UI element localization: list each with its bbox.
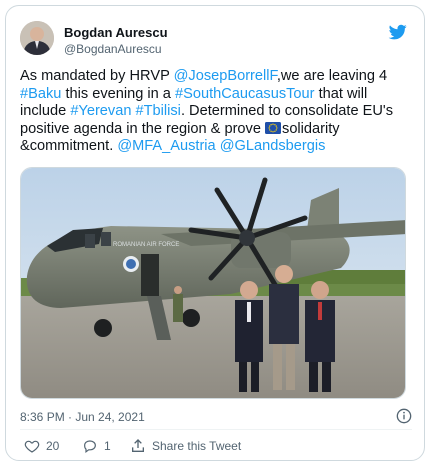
timestamp[interactable]: 8:36 PM · Jun 24, 2021 xyxy=(20,410,145,424)
heart-icon xyxy=(24,440,40,453)
meta-row: 8:36 PM · Jun 24, 2021 xyxy=(20,408,416,426)
divider xyxy=(20,429,412,430)
tweet-link[interactable]: @GLandsbergis xyxy=(220,138,326,154)
tweet-link[interactable]: #Tbilisi xyxy=(136,103,181,119)
info-icon[interactable] xyxy=(396,408,412,424)
share-button[interactable]: Share this Tweet xyxy=(130,438,241,454)
avatar[interactable] xyxy=(20,21,54,55)
tweet-link[interactable]: #Yerevan xyxy=(70,103,131,119)
eu-flag-icon xyxy=(265,121,282,134)
tweet-card[interactable]: Bogdan Aurescu @BogdanAurescu As mandate… xyxy=(5,5,425,461)
like-button[interactable]: 20 xyxy=(24,438,59,454)
tweet-text-segment: ,we are leaving 4 xyxy=(276,68,388,84)
reply-button[interactable]: 1 xyxy=(82,438,111,454)
actions-bar: 20 1 Share this Tweet xyxy=(20,438,416,458)
tweet-link[interactable]: #Baku xyxy=(20,86,61,102)
reply-icon xyxy=(84,440,96,453)
share-label: Share this Tweet xyxy=(152,439,242,453)
tweet-link[interactable]: @MFA_Austria xyxy=(117,138,215,154)
author-name[interactable]: Bogdan Aurescu xyxy=(64,25,168,40)
tweet-text-segment: As mandated by HRVP xyxy=(20,68,174,84)
tweet-photo[interactable]: ROMANIAN AIR FORCE xyxy=(20,167,406,399)
reply-count: 1 xyxy=(104,439,111,453)
twitter-bird-icon[interactable] xyxy=(388,23,408,41)
like-count: 20 xyxy=(46,439,60,453)
tweet-text-segment: this evening in a xyxy=(61,85,175,102)
aircraft-lettering: ROMANIAN AIR FORCE xyxy=(113,242,179,248)
share-icon xyxy=(132,439,144,452)
tweet-text: As mandated by HRVP @JosepBorrellF,we ar… xyxy=(20,68,416,156)
aircraft-photo: ROMANIAN AIR FORCE xyxy=(21,168,405,398)
tweet-link[interactable]: #SouthCaucasusTour xyxy=(175,86,315,102)
tweet-link[interactable]: @JosepBorrellF xyxy=(174,68,277,84)
author-handle[interactable]: @BogdanAurescu xyxy=(64,42,162,56)
